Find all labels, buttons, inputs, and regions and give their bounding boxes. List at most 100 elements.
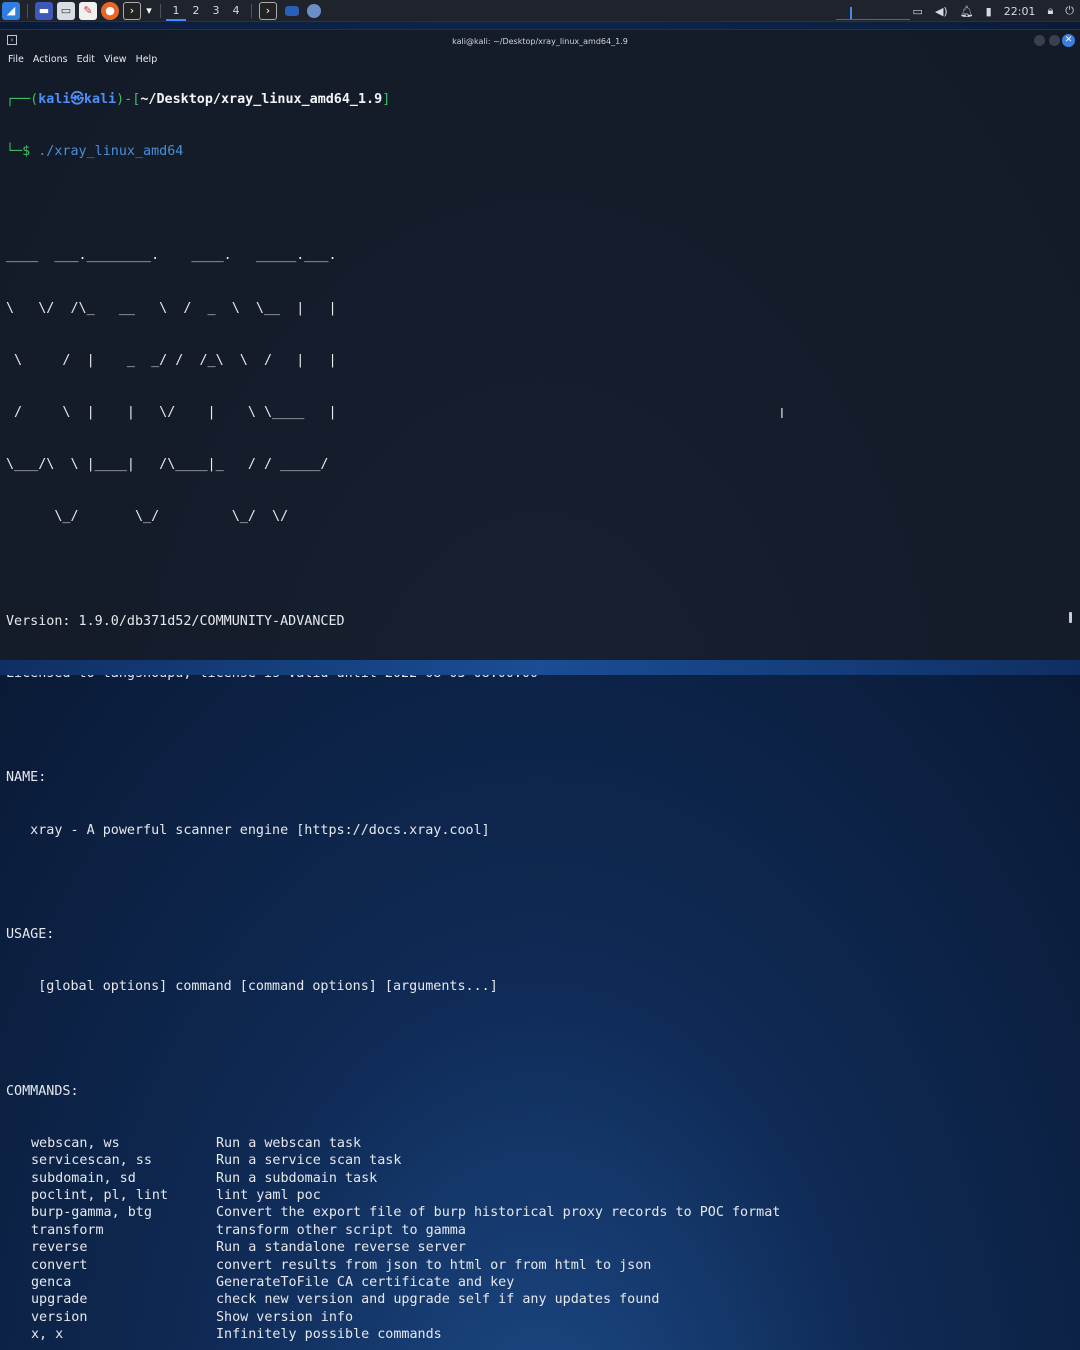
notification-bell-icon[interactable]: 🔔︎ <box>960 5 974 18</box>
banner-line: ____ ___.________. ____. _____.___. <box>6 248 337 264</box>
window-title: kali@kali: ~/Desktop/xray_linux_amd64_1.… <box>452 36 628 46</box>
command-name: webscan, ws <box>31 1135 120 1151</box>
banner-line: / \ | | \/ | \ \____ | <box>6 405 337 421</box>
terminal-output[interactable]: ┌──(kali㉿kali)-[~/Desktop/xray_linux_amd… <box>6 56 1070 1342</box>
chevron-down-icon[interactable]: ▾ <box>145 2 153 20</box>
command-row: upgrade check new version and upgrade sel… <box>6 1291 1070 1308</box>
command-description: Infinitely possible commands <box>216 1327 442 1343</box>
command-description: Run a subdomain task <box>216 1170 378 1186</box>
banner-line: \ / | _ _/ / /_\ \ / | | <box>6 352 337 368</box>
command-name: version <box>31 1309 88 1325</box>
command-description: transform other script to gamma <box>216 1222 466 1238</box>
cpu-graph-bar <box>850 7 852 19</box>
terminal-window-icon[interactable]: › <box>259 1 277 20</box>
prompt-dollar: └─$ <box>6 144 39 160</box>
close-button[interactable]: ✕ <box>1062 34 1075 47</box>
command-description: Run a standalone reverse server <box>216 1240 466 1256</box>
command-name: genca <box>31 1275 72 1290</box>
version-line: Version: 1.9.0/db371d52/COMMUNITY-ADVANC… <box>6 613 345 629</box>
prompt-suffix: ] <box>382 91 391 107</box>
command-description: convert results from json to html or fro… <box>216 1257 652 1273</box>
window-titlebar[interactable]: › kali@kali: ~/Desktop/xray_linux_amd64_… <box>0 30 1080 52</box>
minimize-button[interactable] <box>1034 35 1045 46</box>
display-icon[interactable]: ▭ <box>913 5 923 18</box>
command-row: version Show version info <box>6 1309 1070 1326</box>
banner-line: \___/\ \ |____| /\____|_ / / _____/ <box>6 457 329 473</box>
command-row: subdomain, sd Run a subdomain task <box>6 1170 1070 1187</box>
command-name: x, x <box>31 1327 64 1343</box>
command-row: x, x Infinitely possible commands <box>6 1326 1070 1343</box>
command-name: subdomain, sd <box>31 1170 136 1186</box>
command-row: servicescan, ss Run a service scan task <box>6 1152 1070 1169</box>
command-row: webscan, ws Run a webscan task <box>6 1135 1070 1152</box>
command-description: GenerateToFile CA certificate and key <box>216 1275 515 1290</box>
command-row: burp-gamma, btg Convert the export file o… <box>6 1204 1070 1221</box>
banner-line: \ \/ /\_ __ \ / _ \ \__ | | <box>6 300 337 316</box>
command-name: poclint, pl, lint <box>31 1188 169 1204</box>
prompt-user: kali㉿kali <box>38 91 117 107</box>
workspace-2[interactable]: 2 <box>186 0 206 22</box>
terminal-launcher-icon[interactable]: › <box>123 1 141 20</box>
workspace-4[interactable]: 4 <box>226 0 246 22</box>
command-name: upgrade <box>31 1292 88 1308</box>
command-name: burp-gamma, btg <box>31 1205 152 1221</box>
usage-header: USAGE: <box>6 927 55 943</box>
banner-line: \_/ \_/ \_/ \/ <box>6 509 289 525</box>
command-description: Run a service scan task <box>216 1153 402 1169</box>
command-row: transform transform other script to gamma <box>6 1222 1070 1239</box>
power-icon[interactable]: ⏻ <box>1065 4 1074 18</box>
prompt-prefix: ┌──( <box>6 91 39 107</box>
command-row: genca GenerateToFile CA certificate and k… <box>6 1274 1070 1291</box>
desktop-wallpaper-strip <box>0 660 1080 675</box>
volume-icon[interactable]: ◀) <box>935 5 948 18</box>
command-name: transform <box>31 1222 104 1238</box>
command-description: Show version info <box>216 1309 354 1325</box>
separator <box>160 3 161 18</box>
separator <box>251 3 252 18</box>
battery-icon[interactable]: ▮ <box>986 5 992 18</box>
typed-command: ./xray_linux_amd64 <box>38 144 184 160</box>
window-task-icon[interactable] <box>285 5 299 16</box>
command-description: Convert the export file of burp historic… <box>216 1205 781 1221</box>
prompt-line-1: ┌──(kali㉿kali)-[~/Desktop/xray_linux_amd… <box>6 91 1070 108</box>
chromium-icon[interactable] <box>307 3 321 18</box>
maximize-button[interactable] <box>1049 35 1060 46</box>
scrollbar[interactable] <box>1069 612 1072 623</box>
lock-icon[interactable]: 🔒︎ <box>1047 4 1053 18</box>
cpu-graph <box>836 4 910 20</box>
top-taskbar: ◢ ▬ ▭ ✎ ● › ▾ 1 2 3 4 › ▭ ◀) 🔔︎ ▮ 22:01 … <box>0 0 1080 22</box>
terminal-app-icon: › <box>7 35 17 45</box>
clock[interactable]: 22:01 <box>1004 5 1036 18</box>
command-name: reverse <box>31 1240 88 1256</box>
text-editor-icon[interactable]: ✎ <box>79 1 97 20</box>
command-name: servicescan, ss <box>31 1153 152 1169</box>
command-description: check new version and upgrade self if an… <box>216 1292 660 1308</box>
separator <box>27 3 28 18</box>
file-manager-icon[interactable]: ▭ <box>57 1 75 20</box>
command-description: lint yaml poc <box>216 1188 321 1204</box>
name-description: xray - A powerful scanner engine [https:… <box>6 822 490 838</box>
firefox-icon[interactable]: ● <box>101 1 119 20</box>
workspace-3[interactable]: 3 <box>206 0 226 22</box>
usage-description: [global options] command [command option… <box>6 979 498 995</box>
text-cursor-icon: I <box>780 407 784 422</box>
name-header: NAME: <box>6 770 47 786</box>
command-row: convert convert results from json to html… <box>6 1257 1070 1274</box>
command-description: Run a webscan task <box>216 1135 362 1151</box>
workspace-1[interactable]: 1 <box>166 1 186 21</box>
prompt-mid: )-[ <box>116 91 141 107</box>
command-row: reverse Run a standalone reverse server <box>6 1239 1070 1256</box>
prompt-line-2: └─$ ./xray_linux_amd64 <box>6 143 1070 160</box>
command-row: poclint, pl, lint lint yaml poc <box>6 1187 1070 1204</box>
kali-menu-icon[interactable]: ◢ <box>2 1 20 20</box>
commands-list: webscan, ws Run a webscan task servicescan… <box>6 1135 1070 1344</box>
commands-header: COMMANDS: <box>6 1083 79 1099</box>
command-name: convert <box>31 1257 88 1273</box>
prompt-path: ~/Desktop/xray_linux_amd64_1.9 <box>140 91 383 107</box>
show-desktop-icon[interactable]: ▬ <box>35 1 53 20</box>
